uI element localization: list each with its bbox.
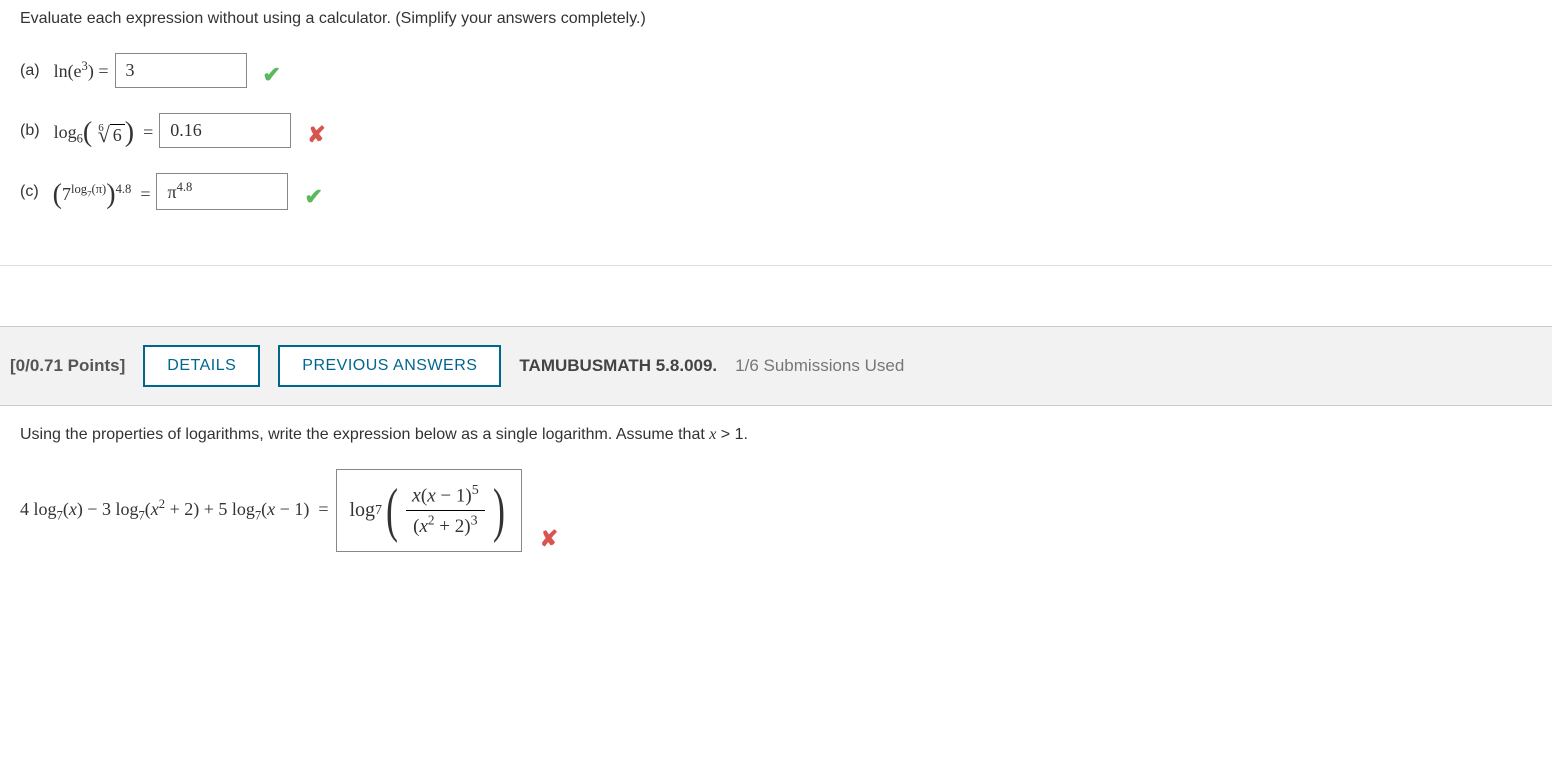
q1-part-b: (b) log6( 6√6 ) = 0.16 ✘ [20, 113, 1532, 148]
q2-equation: 4 log7(x) − 3 log7(x2 + 2) + 5 log7(x − … [20, 469, 1532, 552]
answer-input-c[interactable]: π4.8 [156, 173, 288, 210]
previous-answers-button[interactable]: PREVIOUS ANSWERS [278, 345, 501, 387]
question-header: [0/0.71 Points] DETAILS PREVIOUS ANSWERS… [0, 326, 1552, 406]
part-label-c: (c) [20, 183, 39, 201]
expr-b: log6( 6√6 ) = [54, 114, 154, 148]
cross-icon: ✘ [307, 122, 325, 148]
expr-a: ln(e3) = [54, 59, 109, 82]
question-1: Evaluate each expression without using a… [0, 0, 1552, 266]
points-label: [0/0.71 Points] [10, 356, 125, 376]
question-2: Using the properties of logarithms, writ… [0, 406, 1552, 572]
answer-input-a[interactable]: 3 [115, 53, 247, 88]
part-label-a: (a) [20, 62, 40, 80]
q2-instruction: Using the properties of logarithms, writ… [20, 426, 1532, 444]
q1-instruction: Evaluate each expression without using a… [20, 10, 1532, 28]
q1-part-c: (c) (7log7(π))4.8 = π4.8 ✔ [20, 173, 1532, 210]
details-button[interactable]: DETAILS [143, 345, 260, 387]
expr-c: (7log7(π))4.8 = [53, 176, 151, 208]
fraction: x(x − 1)5 (x2 + 2)3 [406, 483, 485, 538]
check-icon: ✔ [263, 62, 281, 88]
question-reference: TAMUBUSMATH 5.8.009. [519, 356, 717, 376]
check-icon: ✔ [304, 184, 322, 210]
submissions-used: 1/6 Submissions Used [735, 356, 904, 376]
answer-input-q2[interactable]: log7 ( x(x − 1)5 (x2 + 2)3 ) [336, 469, 521, 552]
q2-lhs: 4 log7(x) − 3 log7(x2 + 2) + 5 log7(x − … [20, 497, 328, 524]
q1-part-a: (a) ln(e3) = 3 ✔ [20, 53, 1532, 88]
cross-icon: ✘ [540, 526, 558, 552]
part-label-b: (b) [20, 122, 40, 140]
answer-input-b[interactable]: 0.16 [159, 113, 291, 148]
